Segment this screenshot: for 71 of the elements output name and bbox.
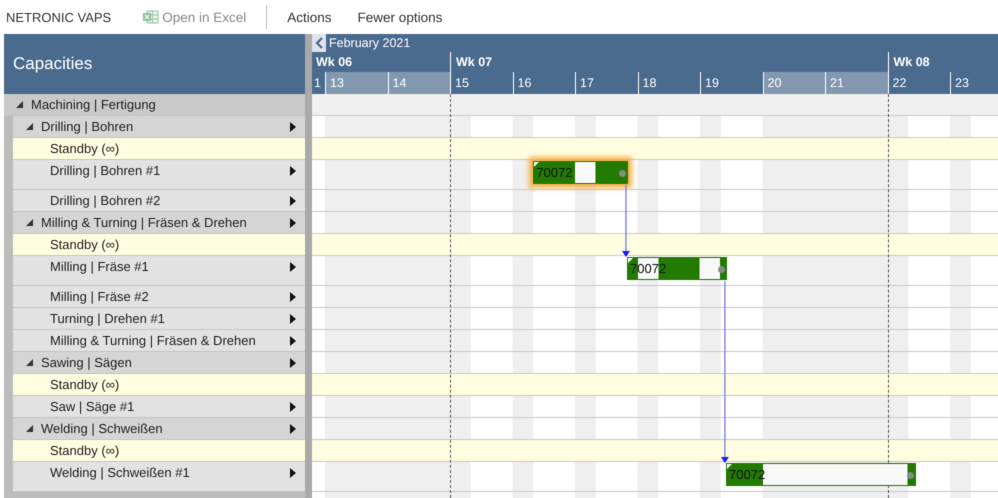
resource-row[interactable]: Drilling | Bohren #2 bbox=[13, 190, 305, 212]
collapse-button[interactable] bbox=[312, 34, 326, 52]
resource-label: Milling | Fräse #1 bbox=[50, 259, 149, 274]
submenu-arrow-icon[interactable] bbox=[290, 424, 296, 434]
expanded-triangle-icon[interactable] bbox=[25, 122, 34, 131]
day-cell: 13 bbox=[325, 72, 388, 94]
month-label: February 2021 bbox=[329, 36, 410, 50]
resource-label: Welding | Schweißen bbox=[41, 421, 163, 436]
resource-row[interactable]: Milling & Turning | Fräsen & Drehen bbox=[13, 212, 305, 234]
resource-label: Welding | Schweißen #1 bbox=[50, 465, 190, 480]
progress-dot-icon[interactable] bbox=[907, 472, 914, 479]
resource-label: Drilling | Bohren bbox=[41, 119, 134, 134]
expanded-triangle-icon[interactable] bbox=[25, 358, 34, 367]
resource-row[interactable]: Saw | Säge #1 bbox=[13, 396, 305, 418]
expanded-triangle-icon[interactable] bbox=[15, 100, 24, 109]
panel-title: Capacities bbox=[13, 54, 92, 74]
resource-row[interactable]: Welding | Schweißen #1 bbox=[13, 462, 305, 492]
day-cell: 20 bbox=[762, 72, 825, 94]
submenu-arrow-icon[interactable] bbox=[290, 166, 296, 176]
day-cell-text: 1 bbox=[313, 75, 322, 92]
submenu-arrow-icon[interactable] bbox=[290, 122, 296, 132]
week-label: Wk 08 bbox=[894, 55, 930, 69]
progress-dot-icon[interactable] bbox=[718, 266, 725, 273]
submenu-arrow-icon[interactable] bbox=[290, 336, 296, 346]
spreadsheet-icon bbox=[143, 10, 160, 24]
resource-label: Milling | Fräse #2 bbox=[50, 289, 149, 304]
resource-label: Sawing | Sägen bbox=[41, 355, 132, 370]
resource-label: Milling & Turning | Fräsen & Drehen bbox=[50, 333, 256, 348]
week-label: Wk 06 bbox=[316, 55, 352, 69]
resource-label: Standby (∞) bbox=[50, 141, 120, 156]
resource-label: Standby (∞) bbox=[50, 377, 120, 392]
expanded-triangle-icon[interactable] bbox=[25, 218, 34, 227]
resource-label: Saw | Säge #1 bbox=[50, 399, 134, 414]
resource-row[interactable]: Standby (∞) bbox=[13, 138, 305, 160]
submenu-arrow-icon[interactable] bbox=[290, 314, 296, 324]
resource-row[interactable]: Milling & Turning | Fräsen & Drehen bbox=[13, 330, 305, 352]
task-label: 70072 bbox=[536, 165, 572, 180]
resource-label: Drilling | Bohren #2 bbox=[50, 193, 160, 208]
resource-row[interactable]: Machining | Fertigung bbox=[4, 94, 305, 116]
submenu-arrow-icon[interactable] bbox=[290, 402, 296, 412]
resource-label: Drilling | Bohren #1 bbox=[50, 163, 160, 178]
resource-row[interactable]: Welding | Schweißen bbox=[13, 418, 305, 440]
resource-label: Milling & Turning | Fräsen & Drehen bbox=[41, 215, 247, 230]
resource-row[interactable]: Drilling | Bohren bbox=[13, 116, 305, 138]
expanded-triangle-icon[interactable] bbox=[25, 424, 34, 433]
resource-row[interactable]: Sawing | Sägen bbox=[13, 352, 305, 374]
resource-label: Standby (∞) bbox=[50, 237, 120, 252]
resource-row[interactable]: Standby (∞) bbox=[13, 234, 305, 256]
submenu-arrow-icon[interactable] bbox=[290, 292, 296, 302]
resource-row[interactable]: Turning | Drehen #1 bbox=[13, 308, 305, 330]
toolbar-button[interactable]: Fewer options bbox=[352, 6, 448, 28]
chevron-left-icon bbox=[315, 37, 323, 49]
submenu-arrow-icon[interactable] bbox=[290, 468, 296, 478]
day-cell: 21 bbox=[825, 72, 888, 94]
submenu-arrow-icon[interactable] bbox=[290, 262, 296, 272]
resource-row[interactable]: Standby (∞) bbox=[13, 374, 305, 396]
submenu-arrow-icon[interactable] bbox=[290, 196, 296, 206]
submenu-arrow-icon[interactable] bbox=[290, 218, 296, 228]
week-label: Wk 07 bbox=[456, 55, 492, 69]
resource-row[interactable]: Drilling | Bohren #1 bbox=[13, 160, 305, 190]
resource-label: Turning | Drehen #1 bbox=[50, 311, 165, 326]
submenu-arrow-icon[interactable] bbox=[290, 358, 296, 368]
resource-label: Standby (∞) bbox=[50, 443, 120, 458]
day-cell: 14 bbox=[388, 72, 450, 94]
progress-dot-icon[interactable] bbox=[618, 170, 626, 177]
resource-label: Machining | Fertigung bbox=[31, 97, 156, 112]
resource-row[interactable]: Milling | Fräse #1 bbox=[13, 256, 305, 286]
toolbar-button[interactable]: Actions bbox=[281, 6, 338, 28]
resource-row[interactable]: Milling | Fräse #2 bbox=[13, 286, 305, 308]
app-name: NETRONIC VAPS bbox=[6, 10, 112, 24]
resource-row[interactable]: Standby (∞) bbox=[13, 440, 305, 462]
